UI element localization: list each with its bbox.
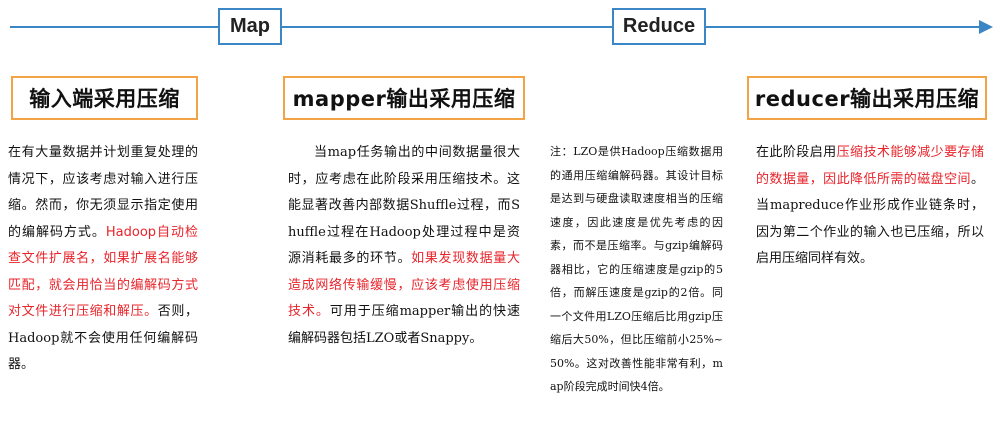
lzo-note-text: 注：LZO是供Hadoop压缩数据用的通用压缩编解码器。其设计目标是达到与硬盘读… bbox=[550, 145, 723, 393]
reducer-text-part1: 在此阶段启用 bbox=[756, 145, 837, 160]
lzo-note: 注：LZO是供Hadoop压缩数据用的通用压缩编解码器。其设计目标是达到与硬盘读… bbox=[550, 140, 723, 399]
map-stage-label: Map bbox=[230, 15, 270, 37]
input-description: 在有大量数据并计划重复处理的情况下，应该考虑对输入进行压缩。然而，你无须显示指定… bbox=[8, 140, 198, 379]
mapper-heading-text: mapper输出采用压缩 bbox=[292, 87, 516, 111]
reduce-stage-label: Reduce bbox=[622, 15, 696, 37]
reducer-description: 在此阶段启用压缩技术能够减少要存储的数据量，因此降低所需的磁盘空间。当mapre… bbox=[756, 140, 984, 273]
mapper-text-part1: 当map任务输出的中间数据量很大时，应考虑在此阶段采用压缩技术。这能显著改善内部… bbox=[288, 145, 520, 266]
mapper-compression-heading: mapper输出采用压缩 bbox=[283, 76, 525, 120]
flow-arrow-head bbox=[979, 20, 993, 34]
input-compression-heading: 输入端采用压缩 bbox=[11, 76, 198, 120]
reducer-heading-text: reducer输出采用压缩 bbox=[754, 87, 980, 111]
map-stage-box: Map bbox=[218, 8, 282, 45]
flow-arrow-line bbox=[10, 26, 984, 28]
mapper-description: 当map任务输出的中间数据量很大时，应考虑在此阶段采用压缩技术。这能显著改善内部… bbox=[288, 140, 520, 352]
reducer-compression-heading: reducer输出采用压缩 bbox=[747, 76, 987, 120]
input-heading-text: 输入端采用压缩 bbox=[29, 87, 180, 111]
reduce-stage-box: Reduce bbox=[612, 8, 706, 45]
